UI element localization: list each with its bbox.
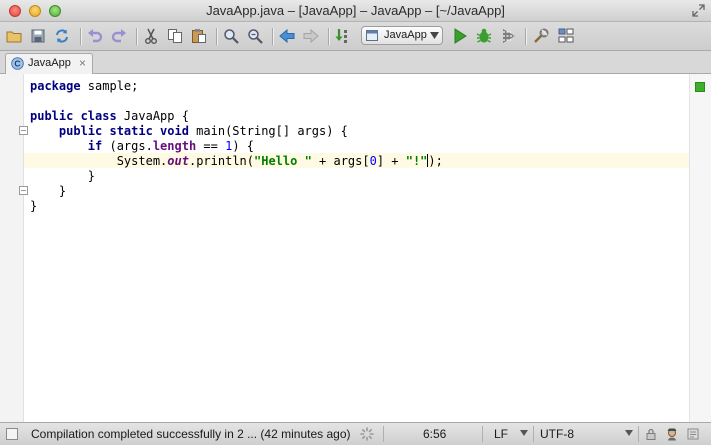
copy-icon[interactable]: [166, 27, 184, 45]
line-separator-widget[interactable]: LF: [494, 427, 508, 441]
run-icon[interactable]: [451, 27, 469, 45]
application-config-icon: [366, 30, 378, 41]
code-content[interactable]: package sample; public class JavaApp { p…: [30, 79, 443, 214]
code-line: public class JavaApp {: [30, 109, 189, 123]
open-folder-icon[interactable]: [5, 27, 23, 45]
fold-marker-icon[interactable]: [19, 186, 28, 195]
save-icon[interactable]: [29, 27, 47, 45]
debug-icon[interactable]: [475, 27, 493, 45]
redo-icon[interactable]: [110, 27, 128, 45]
fullscreen-icon[interactable]: [692, 4, 705, 17]
chevron-down-icon: [520, 430, 528, 436]
svg-text:C: C: [14, 59, 20, 69]
toolbar-separator: [328, 28, 330, 45]
status-divider: [383, 426, 384, 442]
tab-javaapp[interactable]: C JavaApp ×: [5, 53, 93, 74]
run-configuration-dropdown[interactable]: JavaApp: [361, 26, 443, 45]
event-log-icon[interactable]: [686, 427, 700, 441]
code-editor[interactable]: package sample; public class JavaApp { p…: [0, 74, 711, 422]
progress-spinner-icon: [360, 427, 374, 441]
code-line: System.out.println("Hello " + args[0] + …: [116, 154, 443, 168]
coverage-icon[interactable]: [499, 27, 517, 45]
project-structure-icon[interactable]: [557, 27, 575, 45]
fold-marker-icon[interactable]: [19, 126, 28, 135]
status-divider: [533, 426, 534, 442]
editor-tab-bar: C JavaApp ×: [0, 51, 711, 74]
code-line: }: [58, 184, 67, 198]
title-bar: JavaApp.java – [JavaApp] – JavaApp – [~/…: [0, 0, 711, 22]
inspection-ok-icon[interactable]: [695, 82, 705, 92]
cut-icon[interactable]: [142, 27, 160, 45]
code-line: public static void main(String[] args) {: [58, 124, 348, 138]
chevron-down-icon: [430, 32, 439, 39]
toolbar-separator: [136, 28, 138, 45]
code-line: }: [30, 199, 38, 213]
toolbar-separator: [272, 28, 274, 45]
status-divider: [638, 426, 639, 442]
status-message[interactable]: Compilation completed successfully in 2 …: [31, 427, 350, 441]
back-icon[interactable]: [278, 27, 296, 45]
tab-label: JavaApp: [28, 57, 71, 69]
run-configuration-label: JavaApp: [384, 29, 427, 41]
editor-gutter: [0, 74, 28, 422]
chevron-down-icon: [625, 430, 633, 436]
make-project-icon[interactable]: [334, 27, 352, 45]
replace-icon[interactable]: [246, 27, 264, 45]
main-toolbar: JavaApp: [0, 22, 711, 51]
hector-inspector-icon[interactable]: [665, 427, 679, 441]
status-divider: [482, 426, 483, 442]
sync-icon[interactable]: [53, 27, 71, 45]
window-title: JavaApp.java – [JavaApp] – JavaApp – [~/…: [206, 3, 505, 18]
encoding-widget[interactable]: UTF-8: [540, 427, 574, 441]
forward-icon[interactable]: [302, 27, 320, 45]
code-line: package sample;: [30, 79, 139, 93]
settings-icon[interactable]: [532, 27, 550, 45]
toolbar-separator: [525, 28, 527, 45]
code-line: if (args.length == 1) {: [87, 139, 255, 153]
status-bar: Compilation completed successfully in 2 …: [0, 422, 711, 445]
lock-icon[interactable]: [644, 427, 658, 441]
toggle-tool-windows-icon[interactable]: [6, 428, 18, 440]
code-line: }: [87, 169, 96, 183]
java-class-icon: C: [11, 57, 24, 70]
toolbar-separator: [80, 28, 82, 45]
caret-position[interactable]: 6:56: [423, 427, 446, 441]
paste-icon[interactable]: [190, 27, 208, 45]
find-icon[interactable]: [222, 27, 240, 45]
editor-marker-bar: [689, 74, 711, 422]
undo-icon[interactable]: [86, 27, 104, 45]
toolbar-separator: [216, 28, 218, 45]
close-tab-button[interactable]: ×: [79, 56, 86, 70]
